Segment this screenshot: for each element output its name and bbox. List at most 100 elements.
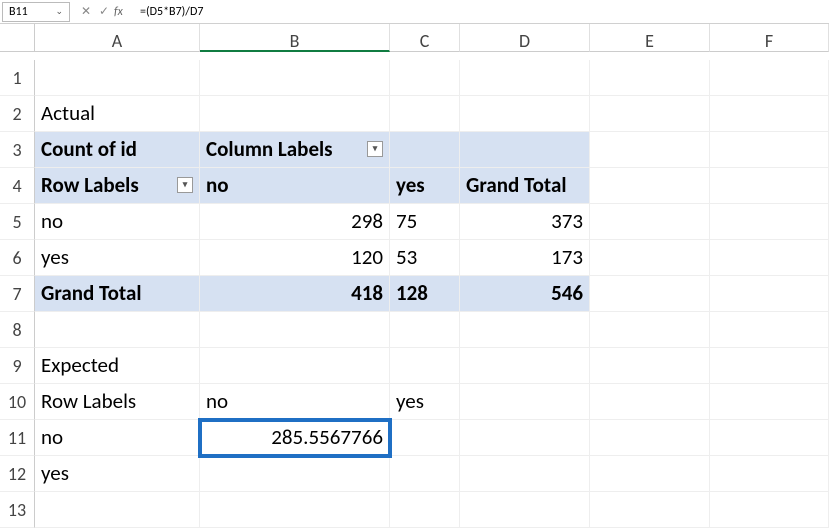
row-header-3[interactable]: 3 <box>0 132 35 168</box>
row-header-2[interactable]: 2 <box>0 96 35 132</box>
cell-A2[interactable]: Actual <box>35 96 200 132</box>
cell-F12[interactable] <box>710 456 829 492</box>
name-box-chevron-icon[interactable]: ⌄ <box>55 6 63 17</box>
cell-C4[interactable]: yes <box>390 168 460 204</box>
name-box[interactable]: B11 ⌄ <box>2 2 70 22</box>
col-header-B[interactable]: B <box>200 24 390 52</box>
cell-C11[interactable] <box>390 420 460 456</box>
cell-B5[interactable]: 298 <box>200 204 390 240</box>
cell-F10[interactable] <box>710 384 829 420</box>
cell-B12[interactable] <box>200 456 390 492</box>
col-header-C[interactable]: C <box>390 24 460 52</box>
cell-F6[interactable] <box>710 240 829 276</box>
cell-E4[interactable] <box>590 168 710 204</box>
row-header-6[interactable]: 6 <box>0 240 35 276</box>
confirm-icon[interactable]: ✓ <box>96 4 112 19</box>
cell-A6[interactable]: yes <box>35 240 200 276</box>
formula-input[interactable]: =(D5*B7)/D7 <box>138 5 829 19</box>
cell-F3[interactable] <box>710 132 829 168</box>
cell-E8[interactable] <box>590 312 710 348</box>
cell-B3[interactable]: Column Labels ▾ <box>200 132 390 168</box>
cell-F7[interactable] <box>710 276 829 312</box>
cell-F9[interactable] <box>710 348 829 384</box>
col-header-F[interactable]: F <box>710 24 829 52</box>
cell-D10[interactable] <box>460 384 590 420</box>
cell-F1[interactable] <box>710 60 829 96</box>
cell-B13[interactable] <box>200 492 390 528</box>
row-header-5[interactable]: 5 <box>0 204 35 240</box>
cell-A13[interactable] <box>35 492 200 528</box>
cell-A9[interactable]: Expected <box>35 348 200 384</box>
cell-D4[interactable]: Grand Total <box>460 168 590 204</box>
row-header-1[interactable]: 1 <box>0 60 35 96</box>
cell-A1[interactable] <box>35 60 200 96</box>
cell-B8[interactable] <box>200 312 390 348</box>
cell-A7[interactable]: Grand Total <box>35 276 200 312</box>
cell-E12[interactable] <box>590 456 710 492</box>
cell-A3[interactable]: Count of id <box>35 132 200 168</box>
cancel-icon[interactable]: ✕ <box>78 4 94 19</box>
cell-C3[interactable] <box>390 132 460 168</box>
column-labels-filter-icon[interactable]: ▾ <box>367 141 383 157</box>
row-header-7[interactable]: 7 <box>0 276 35 312</box>
cell-A5[interactable]: no <box>35 204 200 240</box>
cell-C7[interactable]: 128 <box>390 276 460 312</box>
cell-E1[interactable] <box>590 60 710 96</box>
cell-D6[interactable]: 173 <box>460 240 590 276</box>
cell-D1[interactable] <box>460 60 590 96</box>
row-header-13[interactable]: 13 <box>0 492 35 528</box>
row-header-12[interactable]: 12 <box>0 456 35 492</box>
cell-B9[interactable] <box>200 348 390 384</box>
cell-B11[interactable]: 285.5567766 <box>200 420 390 456</box>
cell-C6[interactable]: 53 <box>390 240 460 276</box>
cell-F2[interactable] <box>710 96 829 132</box>
cell-D13[interactable] <box>460 492 590 528</box>
cell-C1[interactable] <box>390 60 460 96</box>
row-labels-filter-icon[interactable]: ▾ <box>177 177 193 193</box>
cell-F5[interactable] <box>710 204 829 240</box>
cell-D12[interactable] <box>460 456 590 492</box>
cell-C9[interactable] <box>390 348 460 384</box>
cell-F4[interactable] <box>710 168 829 204</box>
select-all-corner[interactable] <box>0 24 35 52</box>
cell-F11[interactable] <box>710 420 829 456</box>
cell-D7[interactable]: 546 <box>460 276 590 312</box>
col-header-E[interactable]: E <box>590 24 710 52</box>
cell-F8[interactable] <box>710 312 829 348</box>
col-header-A[interactable]: A <box>35 24 200 52</box>
cell-B4[interactable]: no <box>200 168 390 204</box>
cell-B7[interactable]: 418 <box>200 276 390 312</box>
fx-label[interactable]: fx <box>114 5 130 19</box>
cell-E6[interactable] <box>590 240 710 276</box>
cell-E13[interactable] <box>590 492 710 528</box>
cell-B10[interactable]: no <box>200 384 390 420</box>
cell-D11[interactable] <box>460 420 590 456</box>
row-header-10[interactable]: 10 <box>0 384 35 420</box>
cell-B2[interactable] <box>200 96 390 132</box>
cell-C8[interactable] <box>390 312 460 348</box>
cell-E5[interactable] <box>590 204 710 240</box>
row-header-4[interactable]: 4 <box>0 168 35 204</box>
row-header-8[interactable]: 8 <box>0 312 35 348</box>
cell-C10[interactable]: yes <box>390 384 460 420</box>
col-header-D[interactable]: D <box>460 24 590 52</box>
cell-A10[interactable]: Row Labels <box>35 384 200 420</box>
cell-E10[interactable] <box>590 384 710 420</box>
cell-E2[interactable] <box>590 96 710 132</box>
cell-B6[interactable]: 120 <box>200 240 390 276</box>
cell-A4[interactable]: Row Labels ▾ <box>35 168 200 204</box>
cell-D5[interactable]: 373 <box>460 204 590 240</box>
cell-A11[interactable]: no <box>35 420 200 456</box>
cell-F13[interactable] <box>710 492 829 528</box>
cell-D3[interactable] <box>460 132 590 168</box>
cell-C2[interactable] <box>390 96 460 132</box>
cell-D9[interactable] <box>460 348 590 384</box>
cell-B1[interactable] <box>200 60 390 96</box>
cell-E3[interactable] <box>590 132 710 168</box>
row-header-9[interactable]: 9 <box>0 348 35 384</box>
cell-A8[interactable] <box>35 312 200 348</box>
cell-D8[interactable] <box>460 312 590 348</box>
cell-C5[interactable]: 75 <box>390 204 460 240</box>
cell-E7[interactable] <box>590 276 710 312</box>
cell-E11[interactable] <box>590 420 710 456</box>
